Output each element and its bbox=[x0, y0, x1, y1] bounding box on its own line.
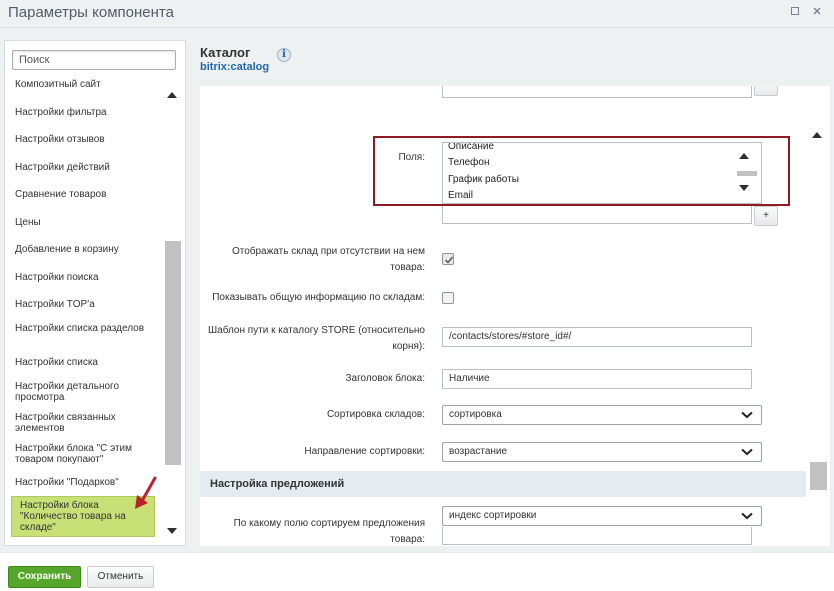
scroll-up-icon[interactable] bbox=[167, 92, 177, 98]
sidebar-item-related[interactable]: Настройки связанных элементов bbox=[15, 412, 153, 434]
sort-stores-label: Сортировка складов: bbox=[326, 409, 425, 420]
sidebar-item-actions[interactable]: Настройки действий bbox=[15, 162, 153, 173]
sidebar-item-search[interactable]: Настройки поиска bbox=[15, 272, 153, 283]
sidebar-item-prices[interactable]: Цены bbox=[15, 217, 153, 228]
square-icon[interactable] bbox=[788, 6, 802, 20]
save-button[interactable]: Сохранить bbox=[8, 566, 81, 588]
block-title-input[interactable]: Наличие bbox=[442, 369, 752, 389]
offers-sort-label: По какому полю сортируем предложения тов… bbox=[233, 518, 425, 545]
sidebar-item-also-bought[interactable]: Настройки блока "С этим товаром покупают… bbox=[15, 443, 153, 465]
previous-field[interactable] bbox=[442, 86, 752, 98]
offers-section-header[interactable]: Настройка предложений bbox=[200, 471, 806, 497]
red-arrow-icon bbox=[135, 476, 157, 509]
show-general-label: Показывать общую информацию по складам: bbox=[212, 292, 425, 303]
info-icon[interactable]: i bbox=[277, 48, 291, 62]
sidebar-item-top[interactable]: Настройки TOP'а bbox=[15, 299, 153, 310]
sidebar-item-section-list[interactable]: Настройки списка разделов bbox=[15, 323, 153, 334]
previous-plus-button[interactable] bbox=[754, 86, 778, 96]
sort-direction-value: возрастание bbox=[449, 446, 508, 457]
content-scrollbar[interactable] bbox=[806, 86, 830, 558]
sidebar-item-list[interactable]: Настройки списка bbox=[15, 357, 153, 368]
search-input[interactable] bbox=[12, 50, 176, 70]
offers-sort-select[interactable]: индекс сортировки bbox=[442, 506, 762, 526]
scroll-down-icon[interactable] bbox=[167, 528, 177, 534]
highlight-box bbox=[373, 136, 790, 206]
sidebar-scroll-thumb[interactable] bbox=[165, 241, 181, 465]
sidebar-item-detail[interactable]: Настройки детального просмотра bbox=[15, 381, 153, 403]
offers-sort-value: индекс сортировки bbox=[449, 510, 537, 521]
sort-direction-label: Направление сортировки: bbox=[304, 446, 425, 457]
sort-stores-select[interactable]: сортировка bbox=[442, 405, 762, 425]
sidebar-list: Композитный сайт Настройки фильтра Настр… bbox=[9, 77, 161, 541]
sort-stores-value: сортировка bbox=[449, 409, 502, 420]
show-store-checkbox[interactable] bbox=[442, 253, 454, 265]
sidebar-item-filter[interactable]: Настройки фильтра bbox=[15, 107, 153, 118]
new-field-input[interactable] bbox=[442, 204, 752, 224]
component-code: bitrix:catalog bbox=[200, 61, 270, 73]
block-title-label: Заголовок блока: bbox=[345, 373, 425, 384]
content-scroll-thumb[interactable] bbox=[810, 462, 827, 490]
close-icon[interactable] bbox=[810, 6, 824, 20]
path-template-input[interactable]: /contacts/stores/#store_id#/ bbox=[442, 327, 752, 347]
component-title: Каталог bbox=[200, 45, 251, 60]
sidebar-item-compare[interactable]: Сравнение товаров bbox=[15, 189, 153, 200]
sidebar-scrollbar[interactable] bbox=[163, 77, 181, 541]
sidebar-item-basket[interactable]: Добавление в корзину bbox=[15, 244, 153, 255]
show-store-label: Отображать склад при отсутствии на нем т… bbox=[231, 246, 425, 273]
sidebar-item-composite[interactable]: Композитный сайт bbox=[15, 79, 153, 90]
window-title: Параметры компонента bbox=[8, 4, 174, 21]
dialog-body: Композитный сайт Настройки фильтра Настр… bbox=[0, 28, 834, 558]
cancel-button[interactable]: Отменить bbox=[87, 566, 154, 588]
path-template-label: Шаблон пути к каталогу STORE (относитель… bbox=[207, 325, 425, 352]
sidebar: Композитный сайт Настройки фильтра Настр… bbox=[4, 40, 186, 546]
chevron-down-icon bbox=[741, 411, 753, 419]
scroll-up-icon[interactable] bbox=[812, 132, 822, 138]
sidebar-item-reviews[interactable]: Настройки отзывов bbox=[15, 134, 153, 145]
chevron-down-icon bbox=[741, 512, 753, 520]
dialog-footer: Сохранить Отменить bbox=[0, 552, 834, 591]
offers-sort-extra[interactable] bbox=[442, 527, 752, 545]
title-bar: Параметры компонента bbox=[0, 0, 834, 28]
add-field-button[interactable]: + bbox=[754, 206, 778, 226]
sort-direction-select[interactable]: возрастание bbox=[442, 442, 762, 462]
show-general-checkbox[interactable] bbox=[442, 292, 454, 304]
chevron-down-icon bbox=[741, 448, 753, 456]
